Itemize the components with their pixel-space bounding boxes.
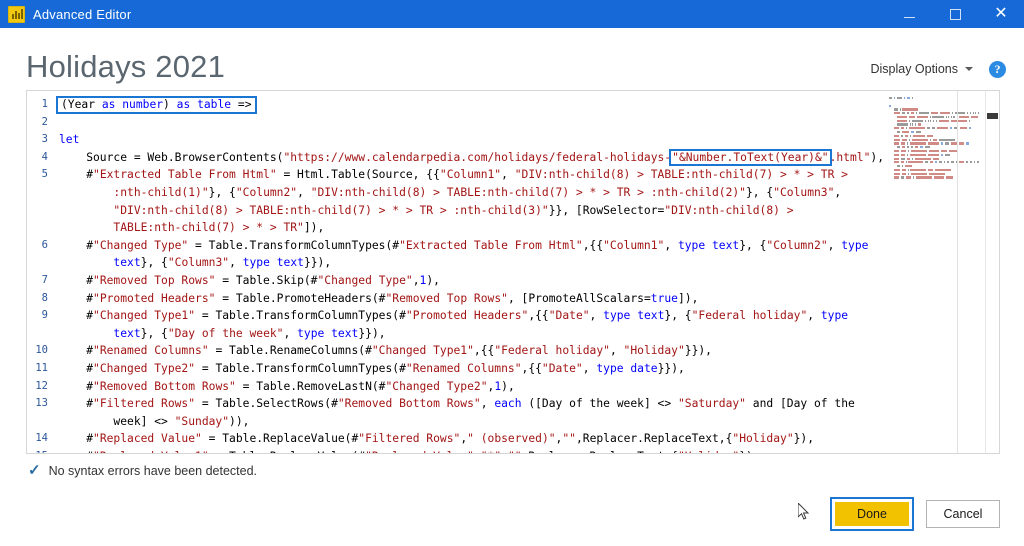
minimize-button[interactable]	[886, 0, 932, 28]
line-number	[27, 184, 53, 202]
line-number: 4	[41, 150, 48, 163]
close-icon: ✕	[994, 5, 1008, 22]
code-line[interactable]: #"Extracted Table From Html" = Html.Tabl…	[53, 166, 885, 184]
code-line[interactable]: #"Renamed Columns" = Table.RenameColumns…	[53, 342, 885, 360]
line-number	[27, 413, 53, 431]
code-scroll-area[interactable]: 12345678910111213141516 (Year as number)…	[27, 91, 885, 453]
syntax-status-text: No syntax errors have been detected.	[48, 463, 258, 478]
dialog-footer: Done Cancel	[798, 497, 1000, 531]
code-line[interactable]: #"Changed Type2" = Table.TransformColumn…	[53, 360, 885, 378]
close-button[interactable]: ✕	[978, 0, 1024, 28]
line-number	[27, 254, 53, 272]
code-line[interactable]: (Year as number) as table =>	[53, 96, 885, 114]
code-line[interactable]: Source = Web.BrowserContents("https://ww…	[53, 148, 885, 167]
code-line[interactable]	[53, 114, 885, 132]
code-line[interactable]: week] <> "Sunday")),	[53, 413, 885, 431]
line-number: 7	[41, 273, 48, 286]
line-number: 10	[35, 344, 48, 357]
line-number: 5	[41, 168, 48, 181]
vertical-scrollbar[interactable]	[985, 91, 999, 453]
syntax-status: ✓ No syntax errors have been detected.	[28, 463, 1024, 478]
code-line[interactable]: let	[53, 131, 885, 149]
code-line[interactable]: #"Changed Type" = Table.TransformColumnT…	[53, 237, 885, 255]
header-actions: Display Options ?	[866, 58, 1006, 80]
line-number	[27, 202, 53, 220]
maximize-icon	[949, 8, 961, 20]
line-number	[27, 219, 53, 237]
code-line[interactable]: #"Promoted Headers" = Table.PromoteHeade…	[53, 290, 885, 308]
mouse-cursor-icon	[798, 503, 810, 520]
dialog-header: Holidays 2021 Display Options ?	[0, 28, 1024, 90]
code-line[interactable]: #"Replaced Value1" = Table.ReplaceValue(…	[53, 448, 885, 453]
scrollbar-thumb[interactable]	[987, 113, 998, 119]
code-line[interactable]: #"Filtered Rows" = Table.SelectRows(#"Re…	[53, 395, 885, 413]
done-button[interactable]: Done	[835, 502, 909, 526]
display-options-dropdown[interactable]: Display Options	[866, 58, 977, 80]
minimize-icon	[903, 16, 915, 18]
code-line[interactable]: #"Changed Type1" = Table.TransformColumn…	[53, 307, 885, 325]
code-line[interactable]: #"Removed Top Rows" = Table.Skip(#"Chang…	[53, 272, 885, 290]
minimap-viewport-frame	[957, 91, 985, 453]
line-number: 11	[35, 361, 48, 374]
code-text[interactable]: (Year as number) as table => let Source …	[53, 91, 885, 453]
code-line[interactable]: :nth-child(1)"}, {"Column2", "DIV:nth-ch…	[53, 184, 885, 202]
line-number: 9	[41, 309, 48, 322]
line-number: 2	[41, 115, 48, 128]
line-number: 13	[35, 397, 48, 410]
chevron-down-icon	[965, 67, 973, 71]
code-line[interactable]: text}, {"Column3", type text}}),	[53, 254, 885, 272]
line-number: 8	[41, 291, 48, 304]
page-title: Holidays 2021	[26, 49, 226, 84]
maximize-button[interactable]	[932, 0, 978, 28]
line-number-gutter: 12345678910111213141516	[27, 91, 53, 453]
display-options-label: Display Options	[870, 62, 958, 76]
cancel-button[interactable]: Cancel	[926, 500, 1000, 528]
window-controls: ✕	[886, 0, 1024, 28]
code-editor[interactable]: 12345678910111213141516 (Year as number)…	[26, 90, 1000, 454]
line-number	[27, 325, 53, 343]
line-number: 12	[35, 379, 48, 392]
power-bi-icon	[8, 5, 25, 23]
line-number: 1	[41, 98, 48, 110]
code-line[interactable]: text}, {"Day of the week", type text}}),	[53, 325, 885, 343]
title-bar: Advanced Editor ✕	[0, 0, 1024, 28]
line-number: 14	[35, 432, 48, 445]
code-line[interactable]: "DIV:nth-child(8) > TABLE:nth-child(7) >…	[53, 202, 885, 220]
code-line[interactable]: #"Replaced Value" = Table.ReplaceValue(#…	[53, 430, 885, 448]
code-line[interactable]: TABLE:nth-child(7) > * > TR"]),	[53, 219, 885, 237]
window-title: Advanced Editor	[33, 6, 132, 22]
help-icon[interactable]: ?	[989, 60, 1006, 78]
line-number: 3	[41, 133, 48, 146]
line-number: 15	[27, 448, 53, 453]
line-number: 6	[41, 238, 48, 251]
done-button-focus-ring: Done	[830, 497, 914, 531]
code-line[interactable]: #"Removed Bottom Rows" = Table.RemoveLas…	[53, 378, 885, 396]
check-icon: ✓	[28, 462, 41, 479]
